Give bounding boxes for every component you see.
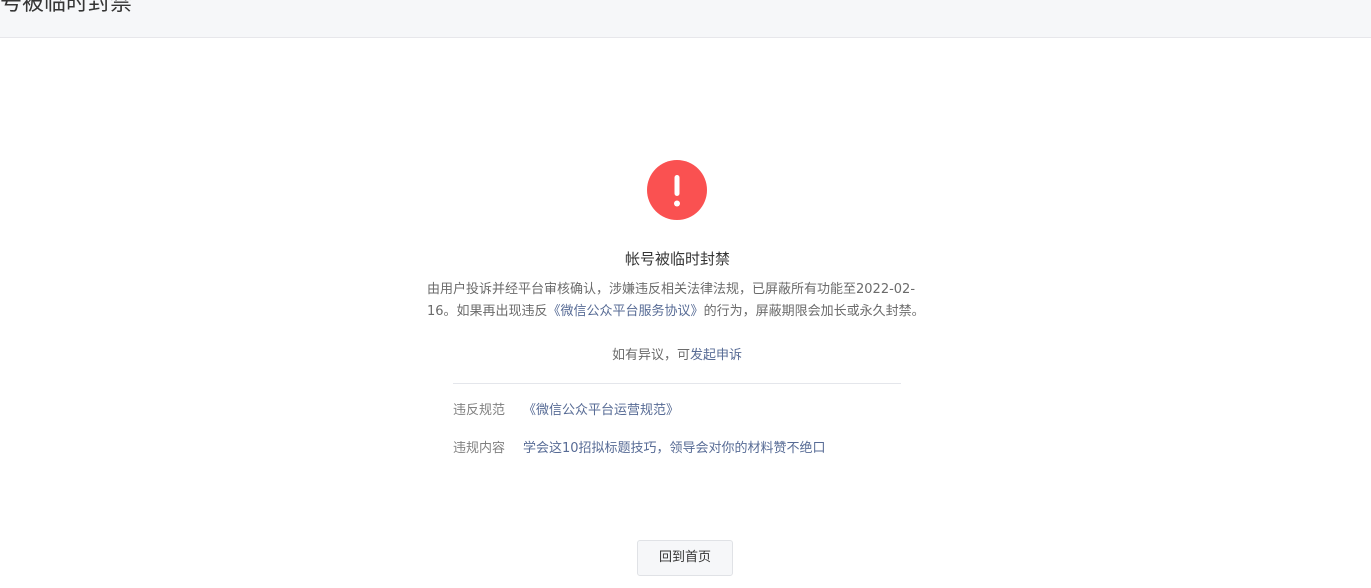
- back-home-button[interactable]: 回到首页: [637, 540, 733, 576]
- appeal-prefix: 如有异议，可: [611, 348, 690, 363]
- top-bar: 帐号被临时封禁: [0, 0, 1371, 38]
- exclamation-circle-icon: [647, 160, 707, 220]
- appeal-line: 如有异议，可发起申诉: [0, 346, 1354, 366]
- appeal-link[interactable]: 发起申诉: [690, 348, 742, 363]
- violation-rule-row: 违反规范 《微信公众平台运营规范》: [453, 401, 679, 421]
- notice-description: 由用户投诉并经平台审核确认，涉嫌违反相关法律法规，已屏蔽所有功能至2022-02…: [427, 279, 927, 323]
- violation-rule-link[interactable]: 《微信公众平台运营规范》: [523, 403, 679, 418]
- divider: [453, 383, 901, 384]
- notice-title: 帐号被临时封禁: [624, 250, 730, 268]
- notice-description-text-end: 的行为，屏蔽期限会加长或永久封禁。: [703, 304, 925, 319]
- violation-content-label: 违规内容: [453, 441, 506, 456]
- page-header-title: 帐号被临时封禁: [0, 0, 133, 16]
- service-agreement-link[interactable]: 《微信公众平台服务协议》: [548, 304, 704, 319]
- violation-rule-label: 违反规范: [453, 403, 506, 418]
- violation-content-link[interactable]: 学会这10招拟标题技巧，领导会对你的材料赞不绝口: [523, 441, 826, 456]
- violation-content-row: 违规内容 学会这10招拟标题技巧，领导会对你的材料赞不绝口: [453, 439, 826, 459]
